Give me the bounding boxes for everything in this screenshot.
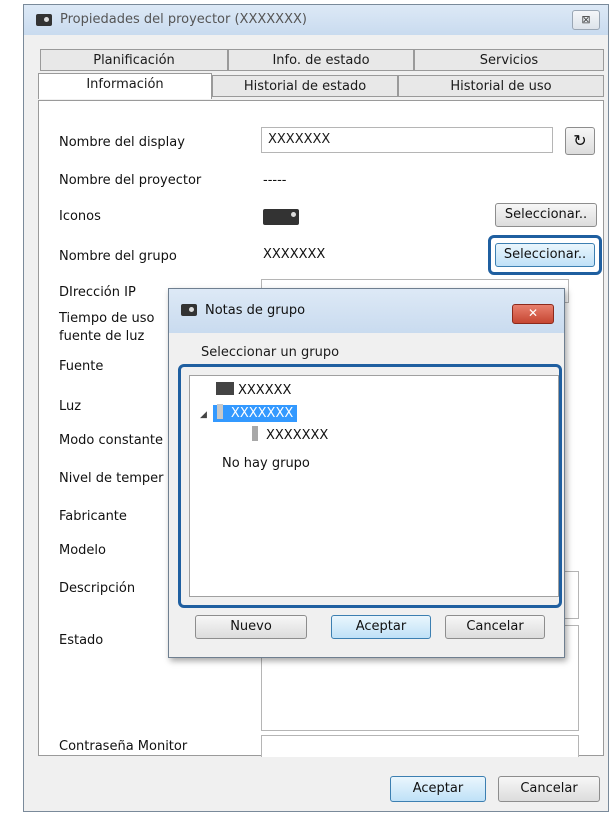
refresh-icon: ↻ [573,131,587,150]
window-title: Propiedades del proyector (XXXXXXX) [60,12,307,27]
icons-label: Iconos [59,209,101,224]
usage-time-label: Tiempo de uso [59,311,155,326]
tab-planificacion[interactable]: Planificación [40,49,228,71]
status-label: Estado [59,633,104,648]
projector-icon [263,209,299,225]
tab-informacion[interactable]: Información [38,73,212,99]
monitor-password-label: Contraseña Monitor [59,739,188,754]
projector-name-label: Nombre del proyector [59,173,202,188]
source-label: Fuente [59,359,104,374]
dialog-cancel-button[interactable]: Cancelar [445,615,545,639]
display-name-label: Nombre del display [59,135,185,150]
tab-info-estado[interactable]: Info. de estado [228,49,414,71]
monitor-password-field[interactable] [261,735,579,757]
group-name-value: XXXXXXX [263,247,326,262]
close-icon[interactable]: ✕ [512,304,554,324]
select-group-highlight [488,235,602,275]
light-label: Luz [59,399,82,414]
constant-mode-label: Modo constante [59,433,164,448]
dialog-title: Notas de grupo [205,303,306,318]
dialog-title-bar[interactable]: Notas de grupo ✕ [169,289,564,333]
manufacturer-label: Fabricante [59,509,127,524]
dialog-accept-button[interactable]: Aceptar [331,615,431,639]
new-button[interactable]: Nuevo [195,615,307,639]
cancel-button[interactable]: Cancelar [498,776,600,802]
accept-button[interactable]: Aceptar [390,776,486,802]
tab-historial-estado[interactable]: Historial de estado [212,75,398,97]
group-name-label: Nombre del grupo [59,249,177,264]
select-group-prompt: Seleccionar un grupo [201,345,340,360]
model-label: Modelo [59,543,106,558]
display-name-field[interactable]: XXXXXXX [261,127,553,153]
light-source-label: fuente de luz [59,329,145,344]
group-tree-highlight [178,364,562,608]
refresh-button[interactable]: ↻ [565,127,595,155]
ip-label: DIrección IP [59,285,136,300]
tab-historial-uso[interactable]: Historial de uso [398,75,604,97]
title-bar[interactable]: Propiedades del proyector (XXXXXXX) ⊠ [24,5,608,35]
projector-name-value: ----- [263,173,287,188]
projector-icon [36,14,52,26]
tab-servicios[interactable]: Servicios [414,49,604,71]
select-icon-button[interactable]: Seleccionar.. [495,203,597,227]
description-label: Descripción [59,581,136,596]
close-icon[interactable]: ⊠ [572,10,600,30]
projector-icon [181,304,197,316]
display-name-value: XXXXXXX [268,132,331,147]
temperature-level-label: Nivel de temper [59,471,164,486]
